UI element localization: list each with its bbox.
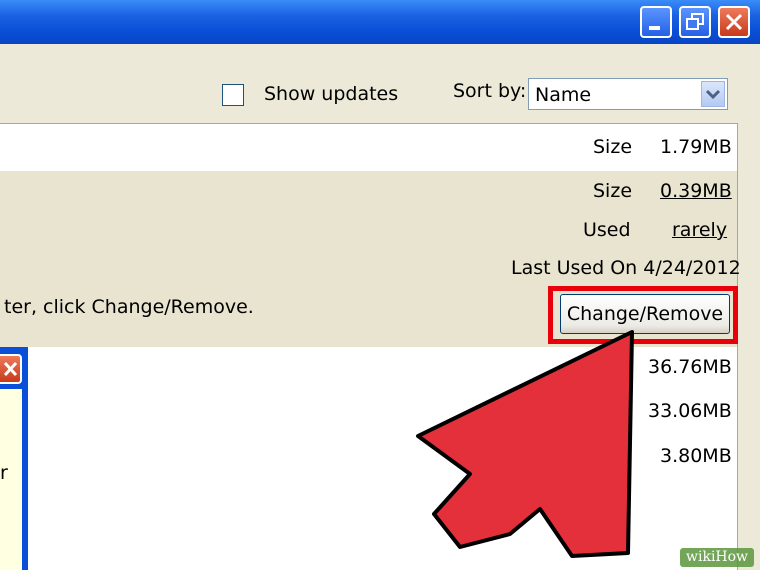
pointer-arrow-icon — [416, 330, 634, 558]
watermark-logo: wikiHow — [680, 548, 755, 567]
